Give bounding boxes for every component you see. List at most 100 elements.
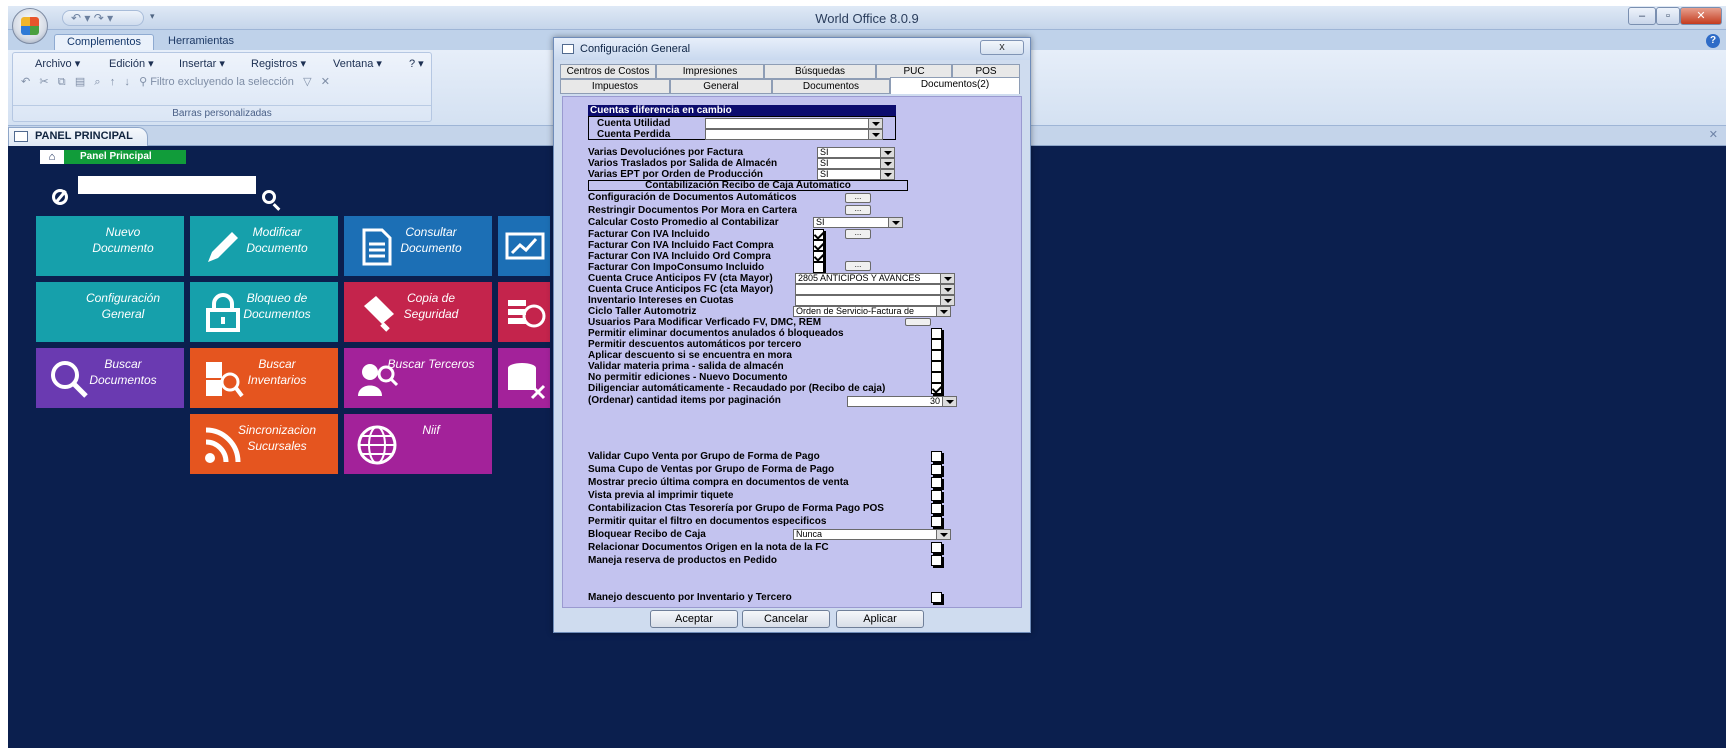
tile-database[interactable]: [498, 348, 550, 408]
tile-sincronizacion-sucursales[interactable]: Sincronizacion Sucursales: [190, 414, 338, 474]
chevron-down-icon[interactable]: [942, 397, 956, 406]
clear-search-icon[interactable]: [52, 189, 68, 205]
search-input[interactable]: [78, 176, 256, 194]
tile-money[interactable]: [498, 282, 550, 342]
tile-buscar-inventarios[interactable]: Buscar Inventarios: [190, 348, 338, 408]
chevron-down-icon[interactable]: [936, 307, 950, 316]
cuenta-perdida-select[interactable]: [705, 129, 883, 140]
iva-incluido-checkbox[interactable]: [813, 229, 824, 240]
bloquear-recibo-select[interactable]: Nunca: [793, 529, 951, 540]
undo-icon[interactable]: ↶: [21, 76, 30, 88]
chevron-down-icon[interactable]: [868, 130, 882, 139]
impoconsumo-button[interactable]: ...: [845, 261, 871, 271]
tab-documentos[interactable]: Documentos: [772, 79, 890, 94]
calcular-costo-select[interactable]: SI: [813, 217, 903, 228]
tile-modificar-documento[interactable]: Modificar Documento: [190, 216, 338, 276]
restringir-button[interactable]: ...: [845, 205, 871, 215]
inventario-intereses-select[interactable]: [795, 295, 955, 306]
cancelar-button[interactable]: Cancelar: [742, 610, 830, 628]
tab-documentos-2[interactable]: Documentos(2): [890, 77, 1020, 94]
search-icon[interactable]: [262, 190, 276, 204]
eliminar-anulados-checkbox[interactable]: [931, 328, 942, 339]
cruce-fc-select[interactable]: [795, 284, 955, 295]
tile-niif[interactable]: Niif: [344, 414, 492, 474]
tab-busquedas[interactable]: Búsquedas: [764, 64, 876, 79]
paste-icon[interactable]: ▤: [75, 76, 85, 88]
tile-buscar-terceros[interactable]: Buscar Terceros: [344, 348, 492, 408]
chevron-down-icon[interactable]: [880, 159, 894, 168]
tile-chart[interactable]: [498, 216, 550, 276]
chevron-down-icon[interactable]: [940, 296, 954, 305]
clear-filter-icon[interactable]: ✕: [321, 76, 330, 88]
tile-buscar-documentos[interactable]: Buscar Documentos: [36, 348, 184, 408]
copy-icon[interactable]: ⧉: [58, 76, 66, 88]
iva-fact-compra-checkbox[interactable]: [813, 240, 824, 251]
tab-general[interactable]: General: [670, 79, 772, 94]
tab-complementos[interactable]: Complementos: [54, 34, 154, 51]
office-button[interactable]: [12, 8, 48, 44]
config-docs-auto-button[interactable]: ...: [845, 193, 871, 203]
help-icon[interactable]: ?: [1706, 34, 1720, 48]
chevron-down-icon[interactable]: [868, 119, 882, 128]
filter-funnel-icon[interactable]: ▽: [303, 76, 311, 88]
contabilizacion-ctas-checkbox[interactable]: [931, 503, 942, 514]
relacionar-docs-checkbox[interactable]: [931, 542, 942, 553]
dialog-title-bar[interactable]: Configuración General x: [554, 38, 1030, 60]
maneja-reserva-checkbox[interactable]: [931, 555, 942, 566]
no-ediciones-checkbox[interactable]: [931, 372, 942, 383]
minimize-button[interactable]: –: [1628, 7, 1656, 25]
filter-label[interactable]: Filtro excluyendo la selección: [150, 76, 294, 88]
chevron-down-icon[interactable]: [940, 285, 954, 294]
aceptar-button[interactable]: Aceptar: [650, 610, 738, 628]
tab-herramientas[interactable]: Herramientas: [156, 34, 246, 51]
tab-impuestos[interactable]: Impuestos: [560, 79, 670, 94]
cut-icon[interactable]: ✂: [39, 76, 48, 88]
dialog-close-button[interactable]: x: [980, 40, 1024, 55]
tile-nuevo-documento[interactable]: Nuevo Documento: [36, 216, 184, 276]
chevron-down-icon[interactable]: [888, 218, 902, 227]
suma-cupo-checkbox[interactable]: [931, 464, 942, 475]
breadcrumb[interactable]: ⌂ Panel Principal: [40, 150, 186, 164]
quitar-filtro-checkbox[interactable]: [931, 516, 942, 527]
close-button[interactable]: ✕: [1680, 7, 1722, 25]
menu-help[interactable]: ? ▾: [409, 57, 424, 70]
ciclo-taller-select[interactable]: Orden de Servicio-Factura de: [793, 306, 951, 317]
chevron-down-icon[interactable]: [880, 148, 894, 157]
vista-previa-checkbox[interactable]: [931, 490, 942, 501]
tab-impresiones[interactable]: Impresiones: [656, 64, 764, 79]
tab-panel-principal[interactable]: PANEL PRINCIPAL: [8, 127, 148, 146]
cuenta-utilidad-select[interactable]: [705, 118, 883, 129]
restore-button[interactable]: ▫: [1656, 7, 1680, 25]
diligenciar-checkbox[interactable]: [931, 383, 942, 394]
find-icon[interactable]: ⌕: [94, 76, 100, 88]
tile-consultar-documento[interactable]: Consultar Documento: [344, 216, 492, 276]
tab-centros-costos[interactable]: Centros de Costos: [560, 64, 656, 79]
chevron-down-icon[interactable]: [880, 170, 894, 179]
materia-prima-checkbox[interactable]: [931, 361, 942, 372]
menu-registros[interactable]: Registros ▾: [251, 57, 306, 70]
tile-copia-seguridad[interactable]: Copia de Seguridad: [344, 282, 492, 342]
menu-insertar[interactable]: Insertar ▾: [179, 57, 225, 70]
aplicar-button[interactable]: Aplicar: [836, 610, 924, 628]
descuentos-tercero-checkbox[interactable]: [931, 339, 942, 350]
menu-edicion[interactable]: Edición ▾: [109, 57, 154, 70]
descuento-mora-checkbox[interactable]: [931, 350, 942, 361]
menu-archivo[interactable]: Archivo ▾: [35, 57, 80, 70]
sort-desc-icon[interactable]: ↓: [124, 76, 130, 88]
menu-ventana[interactable]: Ventana ▾: [333, 57, 382, 70]
varias-ept-select[interactable]: SI: [817, 169, 895, 180]
usuarios-modificar-button[interactable]: [905, 318, 931, 326]
chevron-down-icon[interactable]: [936, 530, 950, 539]
sort-asc-icon[interactable]: ↑: [110, 76, 116, 88]
varias-devoluciones-select[interactable]: SI: [817, 147, 895, 158]
close-tab-icon[interactable]: ✕: [1709, 128, 1718, 141]
manejo-descuento-checkbox[interactable]: [931, 592, 942, 603]
impoconsumo-checkbox[interactable]: [813, 262, 824, 273]
validar-cupo-checkbox[interactable]: [931, 451, 942, 462]
home-icon[interactable]: ⌂: [40, 150, 64, 164]
tile-configuracion-general[interactable]: Configuración General: [36, 282, 184, 342]
cruce-fv-select[interactable]: 2805 ANTICIPOS Y AVANCES: [795, 273, 955, 284]
ordenar-select[interactable]: 30: [847, 396, 957, 407]
iva-incluido-button[interactable]: ...: [845, 229, 871, 239]
chevron-down-icon[interactable]: [940, 274, 954, 283]
